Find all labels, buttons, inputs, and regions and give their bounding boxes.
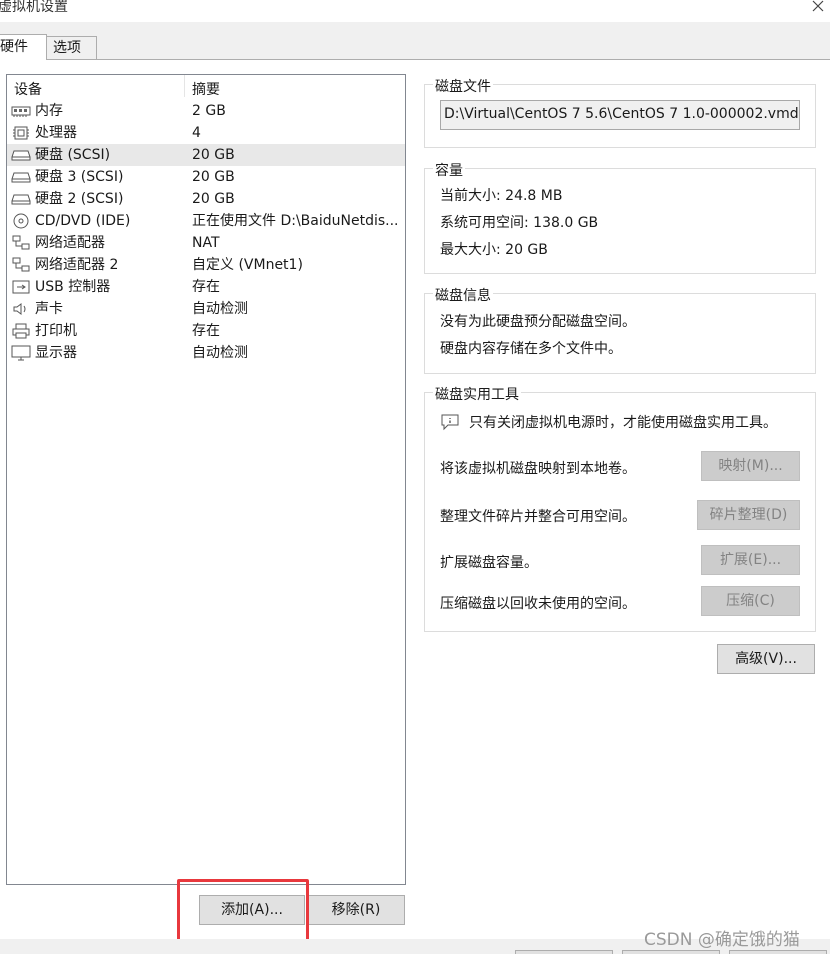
tab-options[interactable]: 选项 xyxy=(46,36,97,60)
device-row-network-adapter[interactable]: 网络适配器 NAT xyxy=(7,232,405,254)
device-name: 硬盘 2 (SCSI) xyxy=(35,191,124,207)
device-rows: 内存 2 GB 处理器 4 硬盘 (SCSI) 20 GB 硬盘 3 (SCSI… xyxy=(7,100,405,364)
device-row-hard-disk-3[interactable]: 硬盘 3 (SCSI) 20 GB xyxy=(7,166,405,188)
display-icon xyxy=(11,345,31,361)
device-summary: 存在 xyxy=(192,323,220,339)
device-row-memory[interactable]: 内存 2 GB xyxy=(7,100,405,122)
disk-info-title: 磁盘信息 xyxy=(433,285,493,305)
column-divider[interactable] xyxy=(184,75,185,97)
hard-disk-icon xyxy=(11,172,31,183)
device-summary: 自动检测 xyxy=(192,345,248,361)
cd-dvd-icon xyxy=(13,213,29,229)
device-row-network-adapter-2[interactable]: 网络适配器 2 自定义 (VMnet1) xyxy=(7,254,405,276)
compact-button[interactable]: 压缩(C) xyxy=(701,586,800,616)
device-row-sound-card[interactable]: 声卡 自动检测 xyxy=(7,298,405,320)
network-adapter-icon xyxy=(12,235,30,250)
device-name: CD/DVD (IDE) xyxy=(35,213,131,229)
device-summary: 正在使用文件 D:\BaiduNetdis... xyxy=(192,213,399,229)
device-name: 显示器 xyxy=(35,345,77,361)
device-name: 打印机 xyxy=(35,323,77,339)
highlight-annotation-box xyxy=(177,879,309,942)
sound-card-icon xyxy=(13,303,26,315)
footer-button-partial[interactable] xyxy=(622,950,720,954)
max-size-text: 最大大小: 20 GB xyxy=(440,242,548,258)
hard-disk-icon xyxy=(11,150,31,161)
disk-utilities-group: 磁盘实用工具 只有关闭虚拟机电源时，才能使用磁盘实用工具。 将该虚拟机磁盘映射到… xyxy=(424,384,816,632)
remove-device-button[interactable]: 移除(R) xyxy=(307,895,405,925)
device-row-usb-controller[interactable]: USB 控制器 存在 xyxy=(7,276,405,298)
device-summary: 4 xyxy=(192,125,201,141)
disk-utilities-title: 磁盘实用工具 xyxy=(433,384,521,404)
device-row-display[interactable]: 显示器 自动检测 xyxy=(7,342,405,364)
device-row-hard-disk-2[interactable]: 硬盘 2 (SCSI) 20 GB xyxy=(7,188,405,210)
device-name: 硬盘 3 (SCSI) xyxy=(35,169,124,185)
advanced-button[interactable]: 高级(V)... xyxy=(717,644,815,674)
printer-icon xyxy=(12,323,30,339)
info-icon xyxy=(441,414,459,431)
title-bar: 虚拟机设置 xyxy=(0,0,830,22)
device-summary: 20 GB xyxy=(192,191,235,207)
processor-icon xyxy=(13,126,29,140)
disk-file-group: 磁盘文件 D:\Virtual\CentOS 7 5.6\CentOS 7 1.… xyxy=(424,76,816,148)
disk-file-title: 磁盘文件 xyxy=(433,76,493,96)
device-row-cd-dvd[interactable]: CD/DVD (IDE) 正在使用文件 D:\BaiduNetdis... xyxy=(7,210,405,232)
disk-file-path-field[interactable]: D:\Virtual\CentOS 7 5.6\CentOS 7 1.0-000… xyxy=(440,100,800,130)
device-summary: 自定义 (VMnet1) xyxy=(192,257,303,273)
expand-button[interactable]: 扩展(E)... xyxy=(701,545,800,575)
capacity-title: 容量 xyxy=(433,160,465,180)
expand-description: 扩展磁盘容量。 xyxy=(440,555,538,571)
watermark-text: CSDN @确定饿的猫 xyxy=(644,930,800,950)
device-row-hard-disk-scsi[interactable]: 硬盘 (SCSI) 20 GB xyxy=(7,144,405,166)
system-available-text: 系统可用空间: 138.0 GB xyxy=(440,215,599,231)
device-row-printer[interactable]: 打印机 存在 xyxy=(7,320,405,342)
hard-disk-icon xyxy=(11,194,31,205)
device-summary: 2 GB xyxy=(192,103,226,119)
capacity-group: 容量 当前大小: 24.8 MB 系统可用空间: 138.0 GB 最大大小: … xyxy=(424,160,816,274)
utilities-notice-text: 只有关闭虚拟机电源时，才能使用磁盘实用工具。 xyxy=(469,415,777,431)
device-summary: NAT xyxy=(192,235,220,251)
column-header-summary[interactable]: 摘要 xyxy=(192,79,220,99)
current-size-text: 当前大小: 24.8 MB xyxy=(440,188,563,204)
device-summary: 20 GB xyxy=(192,147,235,163)
window-title: 虚拟机设置 xyxy=(0,0,68,15)
device-row-processor[interactable]: 处理器 4 xyxy=(7,122,405,144)
network-adapter-icon xyxy=(12,257,30,272)
map-button[interactable]: 映射(M)... xyxy=(701,451,800,481)
device-summary: 自动检测 xyxy=(192,301,248,317)
device-name: USB 控制器 xyxy=(35,279,111,295)
usb-icon xyxy=(12,280,30,294)
compact-description: 压缩磁盘以回收未使用的空间。 xyxy=(440,596,636,612)
device-summary: 20 GB xyxy=(192,169,235,185)
device-name: 网络适配器 2 xyxy=(35,257,119,273)
footer-button-partial[interactable] xyxy=(515,950,613,954)
device-summary: 存在 xyxy=(192,279,220,295)
column-header-device[interactable]: 设备 xyxy=(14,79,42,99)
device-name: 硬盘 (SCSI) xyxy=(35,147,111,163)
tab-hardware[interactable]: 硬件 xyxy=(0,34,47,60)
device-name: 声卡 xyxy=(35,301,63,317)
footer-button-partial[interactable] xyxy=(729,950,827,954)
device-list[interactable]: 设备 摘要 内存 2 GB 处理器 4 硬盘 (SCSI) 20 GB 硬盘 3… xyxy=(6,74,406,885)
disk-info-line-1: 没有为此硬盘预分配磁盘空间。 xyxy=(440,314,636,330)
device-name: 内存 xyxy=(35,103,63,119)
device-name: 处理器 xyxy=(35,125,77,141)
disk-info-line-2: 硬盘内容存储在多个文件中。 xyxy=(440,341,622,357)
device-list-header: 设备 摘要 xyxy=(7,75,405,99)
device-name: 网络适配器 xyxy=(35,235,105,251)
defrag-button[interactable]: 碎片整理(D) xyxy=(697,500,800,530)
tab-strip: 硬件 选项 xyxy=(0,34,830,60)
close-icon[interactable] xyxy=(806,0,830,18)
map-description: 将该虚拟机磁盘映射到本地卷。 xyxy=(440,461,636,477)
memory-icon xyxy=(11,106,31,117)
defrag-description: 整理文件碎片并整合可用空间。 xyxy=(440,509,636,525)
disk-info-group: 磁盘信息 没有为此硬盘预分配磁盘空间。 硬盘内容存储在多个文件中。 xyxy=(424,285,816,374)
